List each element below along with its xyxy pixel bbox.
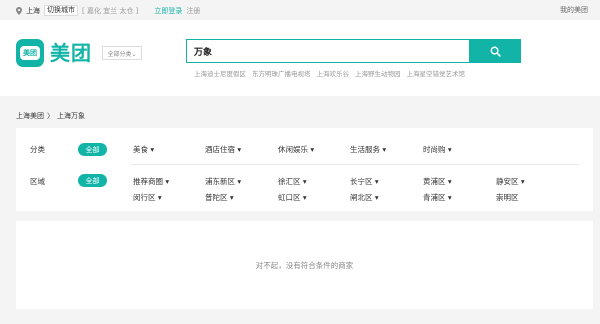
top-bar: 上海 切换城市 [ 嘉化 宜兰 太仓 ] 立即登录 注册 我的美团 <box>0 0 600 20</box>
breadcrumb: 上海美团 〉 上海万象 <box>16 111 85 121</box>
category-option[interactable]: 休闲娱乐 ▾ <box>278 144 314 155</box>
register-link[interactable]: 注册 <box>186 6 200 16</box>
area-option[interactable]: 长宁区 ▾ <box>350 176 379 187</box>
current-city: 上海 <box>26 6 40 15</box>
area-option[interactable]: 闵行区 ▾ <box>133 192 162 203</box>
logo-badge-text: 美团 <box>20 46 40 60</box>
login-link[interactable]: 立即登录 <box>154 6 182 16</box>
all-categories-dropdown[interactable]: 全部分类⌄ <box>102 46 142 60</box>
breadcrumb-home[interactable]: 上海美团 <box>16 111 44 121</box>
result-panel: 对不起，没有符合条件的商家 <box>16 221 593 309</box>
search-input-value: 万象 <box>194 47 213 58</box>
switch-city-button[interactable]: 切换城市 <box>44 5 78 16</box>
top-bar-left: 上海 切换城市 [ 嘉化 宜兰 太仓 ] 立即登录 注册 <box>16 5 200 16</box>
area-option[interactable]: 徐汇区 ▾ <box>278 176 307 187</box>
area-label: 区域 <box>30 177 45 186</box>
area-option[interactable]: 普陀区 ▾ <box>205 192 234 203</box>
area-option[interactable]: 黄浦区 ▾ <box>423 176 452 187</box>
breadcrumb-separator: 〉 <box>47 112 54 120</box>
category-label: 分类 <box>30 145 45 154</box>
location-pin-icon <box>16 6 22 15</box>
category-option[interactable]: 时尚购 ▾ <box>423 144 452 155</box>
breadcrumb-current: 上海万象 <box>57 112 85 120</box>
area-option[interactable]: 推荐商圈 ▾ <box>133 176 169 187</box>
category-option[interactable]: 生活服务 ▾ <box>350 144 386 155</box>
header: 美团 美团 全部分类⌄ 万象 上海迪士尼度假区 东方明珠广播电视塔 上海欢乐谷 … <box>0 20 600 96</box>
area-option[interactable]: 静安区 ▾ <box>496 176 525 187</box>
area-all-badge[interactable]: 全部 <box>78 174 107 187</box>
hot-search-link[interactable]: 东方明珠广播电视塔 <box>252 68 311 78</box>
nearby-cities[interactable]: [ 嘉化 宜兰 太仓 ] <box>82 6 138 16</box>
filter-divider <box>131 164 579 165</box>
logo-icon[interactable]: 美团 <box>16 39 44 67</box>
hot-search-link[interactable]: 上海野生动物园 <box>355 68 401 78</box>
category-all-badge[interactable]: 全部 <box>78 143 107 156</box>
search-input[interactable]: 万象 <box>186 39 469 63</box>
area-option[interactable]: 青浦区 ▾ <box>423 192 452 203</box>
search-button[interactable] <box>469 39 521 63</box>
my-meituan-link[interactable]: 我的美团 <box>560 5 588 15</box>
search-icon <box>490 46 501 57</box>
area-option[interactable]: 浦东新区 ▾ <box>205 176 241 187</box>
hot-search-link[interactable]: 上海迪士尼度假区 <box>194 68 246 78</box>
category-option[interactable]: 酒店住宿 ▾ <box>205 144 241 155</box>
filter-panel: 分类 全部 美食 ▾ 酒店住宿 ▾ 休闲娱乐 ▾ 生活服务 ▾ 时尚购 ▾ 区域… <box>16 128 593 211</box>
category-option[interactable]: 美食 ▾ <box>133 144 154 155</box>
area-option[interactable]: 虹口区 ▾ <box>278 192 307 203</box>
logo-text[interactable]: 美团 <box>50 37 92 66</box>
area-option[interactable]: 闸北区 ▾ <box>350 192 379 203</box>
hot-search-link[interactable]: 上海星空错觉艺术馆 <box>407 68 466 78</box>
area-option[interactable]: 崇明区 <box>496 192 519 203</box>
hot-searches: 上海迪士尼度假区 东方明珠广播电视塔 上海欢乐谷 上海野生动物园 上海星空错觉艺… <box>194 68 465 78</box>
empty-result-message: 对不起，没有符合条件的商家 <box>255 261 354 270</box>
hot-search-link[interactable]: 上海欢乐谷 <box>317 68 350 78</box>
